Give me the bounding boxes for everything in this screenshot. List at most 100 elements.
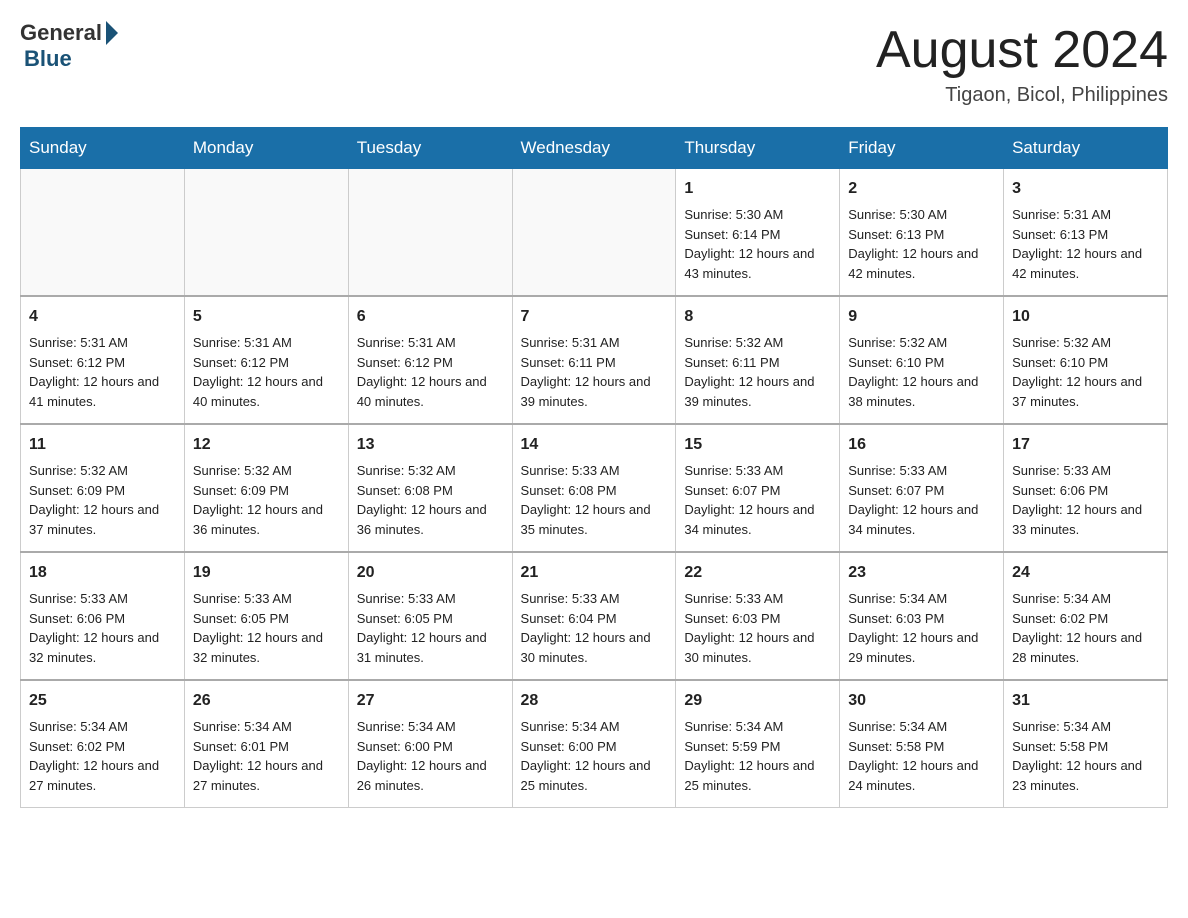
day-info: Sunset: 6:08 PM	[357, 481, 504, 501]
day-info: Daylight: 12 hours and 24 minutes.	[848, 756, 995, 795]
day-info: Sunset: 6:00 PM	[521, 737, 668, 757]
calendar-cell: 14Sunrise: 5:33 AMSunset: 6:08 PMDayligh…	[512, 424, 676, 552]
calendar-header-wednesday: Wednesday	[512, 128, 676, 169]
calendar-header-sunday: Sunday	[21, 128, 185, 169]
day-info: Daylight: 12 hours and 28 minutes.	[1012, 628, 1159, 667]
day-number: 1	[684, 177, 831, 201]
day-info: Daylight: 12 hours and 37 minutes.	[1012, 372, 1159, 411]
page-header: General Blue August 2024 Tigaon, Bicol, …	[20, 20, 1168, 107]
day-info: Sunset: 6:13 PM	[1012, 225, 1159, 245]
day-number: 8	[684, 305, 831, 329]
day-info: Sunset: 6:03 PM	[684, 609, 831, 629]
day-info: Sunrise: 5:33 AM	[357, 589, 504, 609]
day-info: Daylight: 12 hours and 36 minutes.	[193, 500, 340, 539]
day-info: Sunrise: 5:32 AM	[1012, 333, 1159, 353]
day-info: Daylight: 12 hours and 27 minutes.	[29, 756, 176, 795]
calendar-cell: 2Sunrise: 5:30 AMSunset: 6:13 PMDaylight…	[840, 169, 1004, 297]
calendar-cell	[184, 169, 348, 297]
day-info: Sunrise: 5:31 AM	[1012, 205, 1159, 225]
day-info: Sunrise: 5:30 AM	[848, 205, 995, 225]
day-info: Sunset: 6:10 PM	[848, 353, 995, 373]
day-info: Sunrise: 5:33 AM	[521, 589, 668, 609]
day-number: 22	[684, 561, 831, 585]
day-info: Daylight: 12 hours and 37 minutes.	[29, 500, 176, 539]
day-info: Daylight: 12 hours and 39 minutes.	[684, 372, 831, 411]
day-info: Sunset: 6:07 PM	[684, 481, 831, 501]
day-info: Daylight: 12 hours and 30 minutes.	[684, 628, 831, 667]
location-text: Tigaon, Bicol, Philippines	[876, 84, 1168, 107]
day-number: 9	[848, 305, 995, 329]
day-number: 12	[193, 433, 340, 457]
day-info: Daylight: 12 hours and 32 minutes.	[193, 628, 340, 667]
day-info: Daylight: 12 hours and 42 minutes.	[848, 244, 995, 283]
day-number: 20	[357, 561, 504, 585]
day-info: Sunrise: 5:33 AM	[193, 589, 340, 609]
calendar-week-3: 11Sunrise: 5:32 AMSunset: 6:09 PMDayligh…	[21, 424, 1168, 552]
day-number: 2	[848, 177, 995, 201]
month-title: August 2024	[876, 20, 1168, 80]
day-info: Daylight: 12 hours and 38 minutes.	[848, 372, 995, 411]
calendar-cell: 11Sunrise: 5:32 AMSunset: 6:09 PMDayligh…	[21, 424, 185, 552]
day-number: 17	[1012, 433, 1159, 457]
calendar-cell: 18Sunrise: 5:33 AMSunset: 6:06 PMDayligh…	[21, 552, 185, 680]
day-info: Sunrise: 5:33 AM	[29, 589, 176, 609]
calendar-cell: 9Sunrise: 5:32 AMSunset: 6:10 PMDaylight…	[840, 296, 1004, 424]
day-info: Daylight: 12 hours and 26 minutes.	[357, 756, 504, 795]
day-info: Sunrise: 5:32 AM	[29, 461, 176, 481]
calendar-cell: 30Sunrise: 5:34 AMSunset: 5:58 PMDayligh…	[840, 680, 1004, 808]
day-info: Daylight: 12 hours and 30 minutes.	[521, 628, 668, 667]
day-number: 19	[193, 561, 340, 585]
day-number: 5	[193, 305, 340, 329]
logo-general-text: General	[20, 20, 102, 46]
day-info: Sunrise: 5:32 AM	[193, 461, 340, 481]
day-info: Daylight: 12 hours and 41 minutes.	[29, 372, 176, 411]
logo: General Blue	[20, 20, 118, 72]
calendar-header-saturday: Saturday	[1004, 128, 1168, 169]
calendar-cell: 19 Sunrise: 5:33 AMSunset: 6:05 PMDayligh…	[184, 552, 348, 680]
calendar-cell: 23Sunrise: 5:34 AMSunset: 6:03 PMDayligh…	[840, 552, 1004, 680]
calendar-header-tuesday: Tuesday	[348, 128, 512, 169]
calendar-cell: 20Sunrise: 5:33 AMSunset: 6:05 PMDayligh…	[348, 552, 512, 680]
day-info: Sunset: 6:03 PM	[848, 609, 995, 629]
day-info: Daylight: 12 hours and 35 minutes.	[521, 500, 668, 539]
day-info: Sunrise: 5:31 AM	[357, 333, 504, 353]
calendar-cell: 10Sunrise: 5:32 AMSunset: 6:10 PMDayligh…	[1004, 296, 1168, 424]
day-number: 7	[521, 305, 668, 329]
day-info: Sunset: 6:12 PM	[193, 353, 340, 373]
day-number: 15	[684, 433, 831, 457]
day-info: Sunrise: 5:33 AM	[1012, 461, 1159, 481]
day-info: Sunset: 6:02 PM	[1012, 609, 1159, 629]
calendar-cell: 7Sunrise: 5:31 AMSunset: 6:11 PMDaylight…	[512, 296, 676, 424]
calendar-week-2: 4Sunrise: 5:31 AMSunset: 6:12 PMDaylight…	[21, 296, 1168, 424]
day-info: Sunset: 6:14 PM	[684, 225, 831, 245]
day-info: Daylight: 12 hours and 34 minutes.	[684, 500, 831, 539]
day-info: Daylight: 12 hours and 36 minutes.	[357, 500, 504, 539]
day-info: Sunrise: 5:34 AM	[1012, 589, 1159, 609]
calendar-cell	[348, 169, 512, 297]
calendar-header-row: SundayMondayTuesdayWednesdayThursdayFrid…	[21, 128, 1168, 169]
day-info: Sunset: 6:01 PM	[193, 737, 340, 757]
day-info: Sunset: 6:12 PM	[29, 353, 176, 373]
day-info: Sunset: 6:05 PM	[357, 609, 504, 629]
day-info: Daylight: 12 hours and 32 minutes.	[29, 628, 176, 667]
day-info: Sunset: 6:05 PM	[193, 609, 340, 629]
logo-blue-text: Blue	[24, 46, 72, 72]
day-number: 26	[193, 689, 340, 713]
calendar-cell: 17Sunrise: 5:33 AMSunset: 6:06 PMDayligh…	[1004, 424, 1168, 552]
day-info: Sunset: 6:02 PM	[29, 737, 176, 757]
day-info: Sunset: 6:11 PM	[521, 353, 668, 373]
day-number: 16	[848, 433, 995, 457]
day-info: Daylight: 12 hours and 23 minutes.	[1012, 756, 1159, 795]
day-info: Daylight: 12 hours and 33 minutes.	[1012, 500, 1159, 539]
day-info: Sunrise: 5:31 AM	[193, 333, 340, 353]
day-info: Sunset: 6:11 PM	[684, 353, 831, 373]
calendar-week-4: 18Sunrise: 5:33 AMSunset: 6:06 PMDayligh…	[21, 552, 1168, 680]
day-number: 30	[848, 689, 995, 713]
calendar-cell: 13Sunrise: 5:32 AMSunset: 6:08 PMDayligh…	[348, 424, 512, 552]
day-number: 10	[1012, 305, 1159, 329]
day-info: Sunrise: 5:33 AM	[684, 461, 831, 481]
day-info: Sunrise: 5:34 AM	[521, 717, 668, 737]
calendar-cell: 16Sunrise: 5:33 AMSunset: 6:07 PMDayligh…	[840, 424, 1004, 552]
day-info: Sunrise: 5:31 AM	[29, 333, 176, 353]
day-info: Sunrise: 5:33 AM	[848, 461, 995, 481]
